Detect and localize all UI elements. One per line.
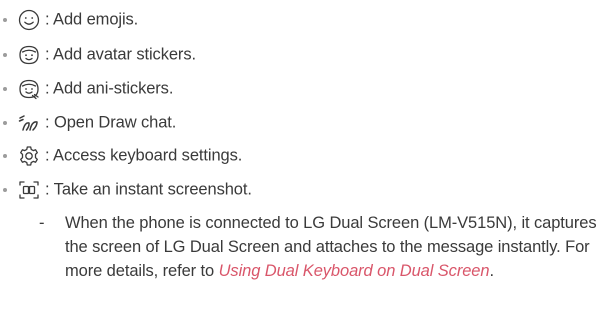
bullet: [3, 188, 7, 192]
note-end: .: [489, 262, 494, 280]
list-item-screenshot: : Take an instant screenshot.: [0, 175, 600, 205]
bullet: [3, 53, 7, 57]
list-item-avatar-stickers: : Add avatar stickers.: [0, 40, 600, 70]
item-text: : Add avatar stickers.: [45, 45, 196, 64]
list-item-keyboard-settings: : Access keyboard settings.: [0, 141, 600, 171]
ani-sticker-icon: [17, 77, 41, 101]
avatar-sticker-icon: [17, 43, 41, 67]
bullet: [3, 18, 7, 22]
bullet: [3, 154, 7, 158]
dual-keyboard-link[interactable]: Using Dual Keyboard on Dual Screen: [219, 262, 490, 280]
item-text: : Take an instant screenshot.: [45, 180, 252, 199]
dash: -: [39, 214, 45, 232]
item-text: : Add ani-stickers.: [45, 79, 174, 98]
item-text: : Add emojis.: [45, 10, 139, 29]
gear-icon: [17, 144, 41, 168]
item-text: : Open Draw chat.: [45, 113, 177, 132]
draw-chat-icon: [17, 111, 41, 135]
feature-list: : Add emojis. : Add avatar stickers.: A…: [0, 0, 610, 316]
bullet: [3, 87, 7, 91]
smiley-face-icon: [17, 8, 41, 32]
bullet: [3, 121, 7, 125]
list-item-draw-chat: : Open Draw chat.: [0, 108, 600, 138]
screenshot-icon: [17, 178, 41, 202]
list-item-ani-stickers: : Add ani-stickers.: [0, 74, 600, 104]
item-text: : Access keyboard settings.: [45, 146, 243, 165]
list-item-emojis: : Add emojis.: [0, 5, 600, 35]
note-body: When the phone is connected to LG Dual S…: [65, 211, 607, 283]
